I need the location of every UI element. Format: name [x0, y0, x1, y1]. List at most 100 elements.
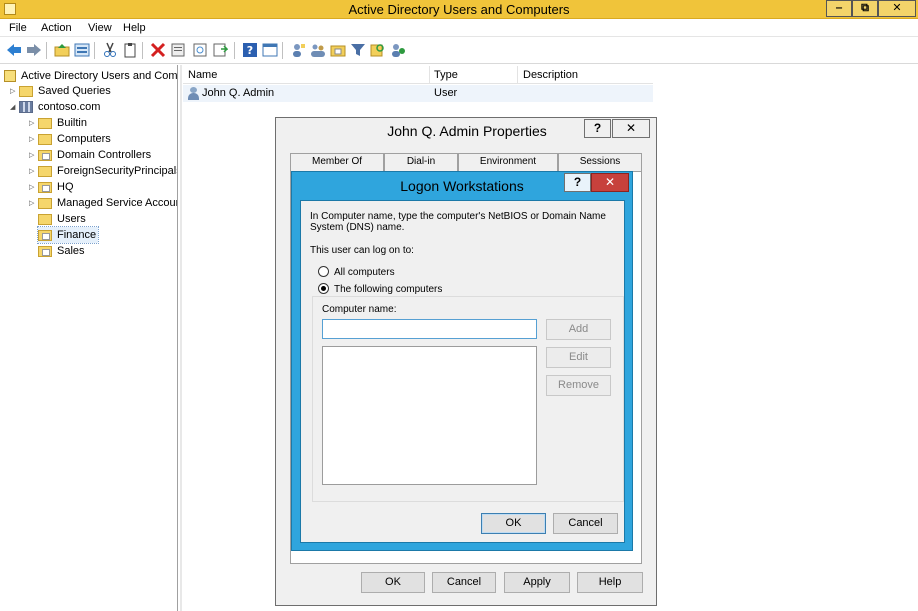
tab-dial-in[interactable]: Dial-in [384, 153, 458, 171]
toolbar-separator [142, 42, 143, 59]
computer-name-label: Computer name: [322, 304, 397, 315]
logon-dialog-body: In Computer name, type the computer's Ne… [300, 200, 625, 543]
add-button[interactable]: Add [546, 319, 611, 340]
details-view-icon[interactable] [74, 42, 90, 58]
pane-splitter[interactable] [180, 65, 182, 611]
refresh-icon[interactable] [212, 42, 228, 58]
add-to-group-icon[interactable] [390, 42, 406, 58]
tree-root[interactable]: Active Directory Users and Com [4, 68, 178, 84]
expand-arrow-icon[interactable]: ▷ [29, 167, 38, 175]
ou-folder-icon [38, 149, 52, 161]
edit-button[interactable]: Edit [546, 347, 611, 368]
tree-item-domain-controllers[interactable]: ▷ Domain Controllers [29, 147, 151, 163]
window-titlebar[interactable]: Active Directory Users and Computers ‒ ⧉… [0, 0, 918, 19]
tree-item-label: Users [57, 213, 86, 225]
back-arrow-icon[interactable] [6, 42, 22, 58]
snapin-root-icon [4, 70, 16, 82]
column-header-type[interactable]: Type [434, 69, 458, 81]
folder-icon [38, 165, 52, 177]
tree-item-label: ForeignSecurityPrincipals [57, 165, 178, 177]
tree-item-computers[interactable]: ▷ Computers [29, 131, 111, 147]
tree-item-label: Finance [57, 229, 97, 241]
console-icon[interactable] [262, 42, 278, 58]
column-header-description[interactable]: Description [523, 69, 578, 81]
tab-environment[interactable]: Environment [458, 153, 558, 171]
up-folder-icon[interactable] [54, 42, 70, 58]
properties-help-button[interactable]: Help [577, 572, 643, 593]
folder-icon [38, 133, 52, 145]
ou-folder-icon [38, 229, 52, 241]
tab-sessions[interactable]: Sessions [558, 153, 642, 171]
collapse-arrow-icon[interactable]: ◢ [10, 103, 19, 111]
user-icon [188, 87, 199, 100]
all-computers-radio[interactable] [318, 266, 329, 277]
remove-button[interactable]: Remove [546, 375, 611, 396]
find-icon[interactable] [370, 42, 386, 58]
toolbar-separator [282, 42, 283, 59]
properties-ok-button[interactable]: OK [361, 572, 425, 593]
expand-arrow-icon[interactable]: ▷ [10, 87, 19, 95]
expand-arrow-icon[interactable]: ▷ [29, 151, 38, 159]
console-tree[interactable]: Active Directory Users and Com ▷ Saved Q… [0, 65, 178, 611]
menu-action[interactable]: Action [41, 22, 72, 34]
list-header: Name Type Description [183, 66, 653, 84]
tree-item-label: Sales [57, 245, 85, 257]
column-header-name[interactable]: Name [188, 69, 217, 81]
column-divider[interactable] [429, 66, 430, 83]
new-ou-icon[interactable] [330, 42, 346, 58]
column-divider[interactable] [517, 66, 518, 83]
expand-arrow-icon[interactable]: ▷ [29, 135, 38, 143]
tree-root-label: Active Directory Users and Com [21, 70, 178, 82]
computer-name-input[interactable] [322, 319, 537, 339]
properties-apply-button[interactable]: Apply [504, 572, 570, 593]
cut-icon[interactable] [102, 42, 118, 58]
export-list-icon[interactable] [192, 42, 208, 58]
tree-item-finance[interactable]: Finance [36, 226, 100, 244]
properties-close-icon[interactable]: ✕ [612, 119, 650, 138]
tree-item-sales[interactable]: Sales [38, 243, 85, 259]
properties-icon[interactable] [170, 42, 186, 58]
tree-item-builtin[interactable]: ▷ Builtin [29, 115, 87, 131]
delete-icon[interactable] [150, 42, 166, 58]
table-row[interactable]: John Q. Admin User [183, 85, 653, 102]
logon-close-icon[interactable]: ✕ [591, 173, 629, 192]
tree-item-label: Managed Service Accour [57, 197, 178, 209]
logon-ok-button[interactable]: OK [481, 513, 546, 534]
logon-cancel-button[interactable]: Cancel [553, 513, 618, 534]
tree-item-hq[interactable]: ▷ HQ [29, 179, 74, 195]
tree-item-saved-queries[interactable]: ▷ Saved Queries [10, 83, 111, 99]
following-computers-label[interactable]: The following computers [334, 284, 446, 295]
filter-icon[interactable] [350, 42, 366, 58]
restore-button[interactable]: ⧉ [852, 0, 878, 17]
expand-arrow-icon[interactable]: ▷ [29, 183, 38, 191]
properties-help-icon[interactable]: ? [584, 119, 611, 138]
expand-arrow-icon[interactable]: ▷ [29, 199, 38, 207]
toolbar: ? [0, 37, 918, 64]
tree-item-foreign-security-principals[interactable]: ▷ ForeignSecurityPrincipals [29, 163, 178, 179]
all-computers-label[interactable]: All computers [334, 267, 395, 278]
help-icon[interactable]: ? [242, 42, 258, 58]
minimize-button[interactable]: ‒ [826, 0, 852, 17]
tree-item-users[interactable]: Users [29, 211, 86, 227]
toolbar-separator [234, 42, 235, 59]
following-computers-radio[interactable] [318, 283, 329, 294]
tree-item-contoso[interactable]: ◢ contoso.com [10, 99, 100, 115]
window-title: Active Directory Users and Computers [348, 2, 570, 17]
can-logon-label: This user can log on to: [310, 245, 414, 256]
logon-help-icon[interactable]: ? [564, 173, 591, 192]
forward-arrow-icon[interactable] [26, 42, 42, 58]
tab-member-of[interactable]: Member Of [290, 153, 384, 171]
close-window-button[interactable]: ✕ [878, 0, 916, 17]
folder-icon [19, 85, 33, 97]
menu-help[interactable]: Help [123, 22, 146, 34]
clipboard-icon[interactable] [122, 42, 138, 58]
menu-view[interactable]: View [88, 22, 112, 34]
new-group-icon[interactable] [310, 42, 326, 58]
properties-cancel-button[interactable]: Cancel [432, 572, 496, 593]
computers-list[interactable] [322, 346, 537, 485]
expand-arrow-icon[interactable]: ▷ [29, 119, 38, 127]
menu-file[interactable]: File [9, 22, 27, 34]
new-user-icon[interactable] [290, 42, 306, 58]
row-name: John Q. Admin [202, 87, 275, 99]
tree-item-managed-service-accounts[interactable]: ▷ Managed Service Accour [29, 195, 178, 211]
